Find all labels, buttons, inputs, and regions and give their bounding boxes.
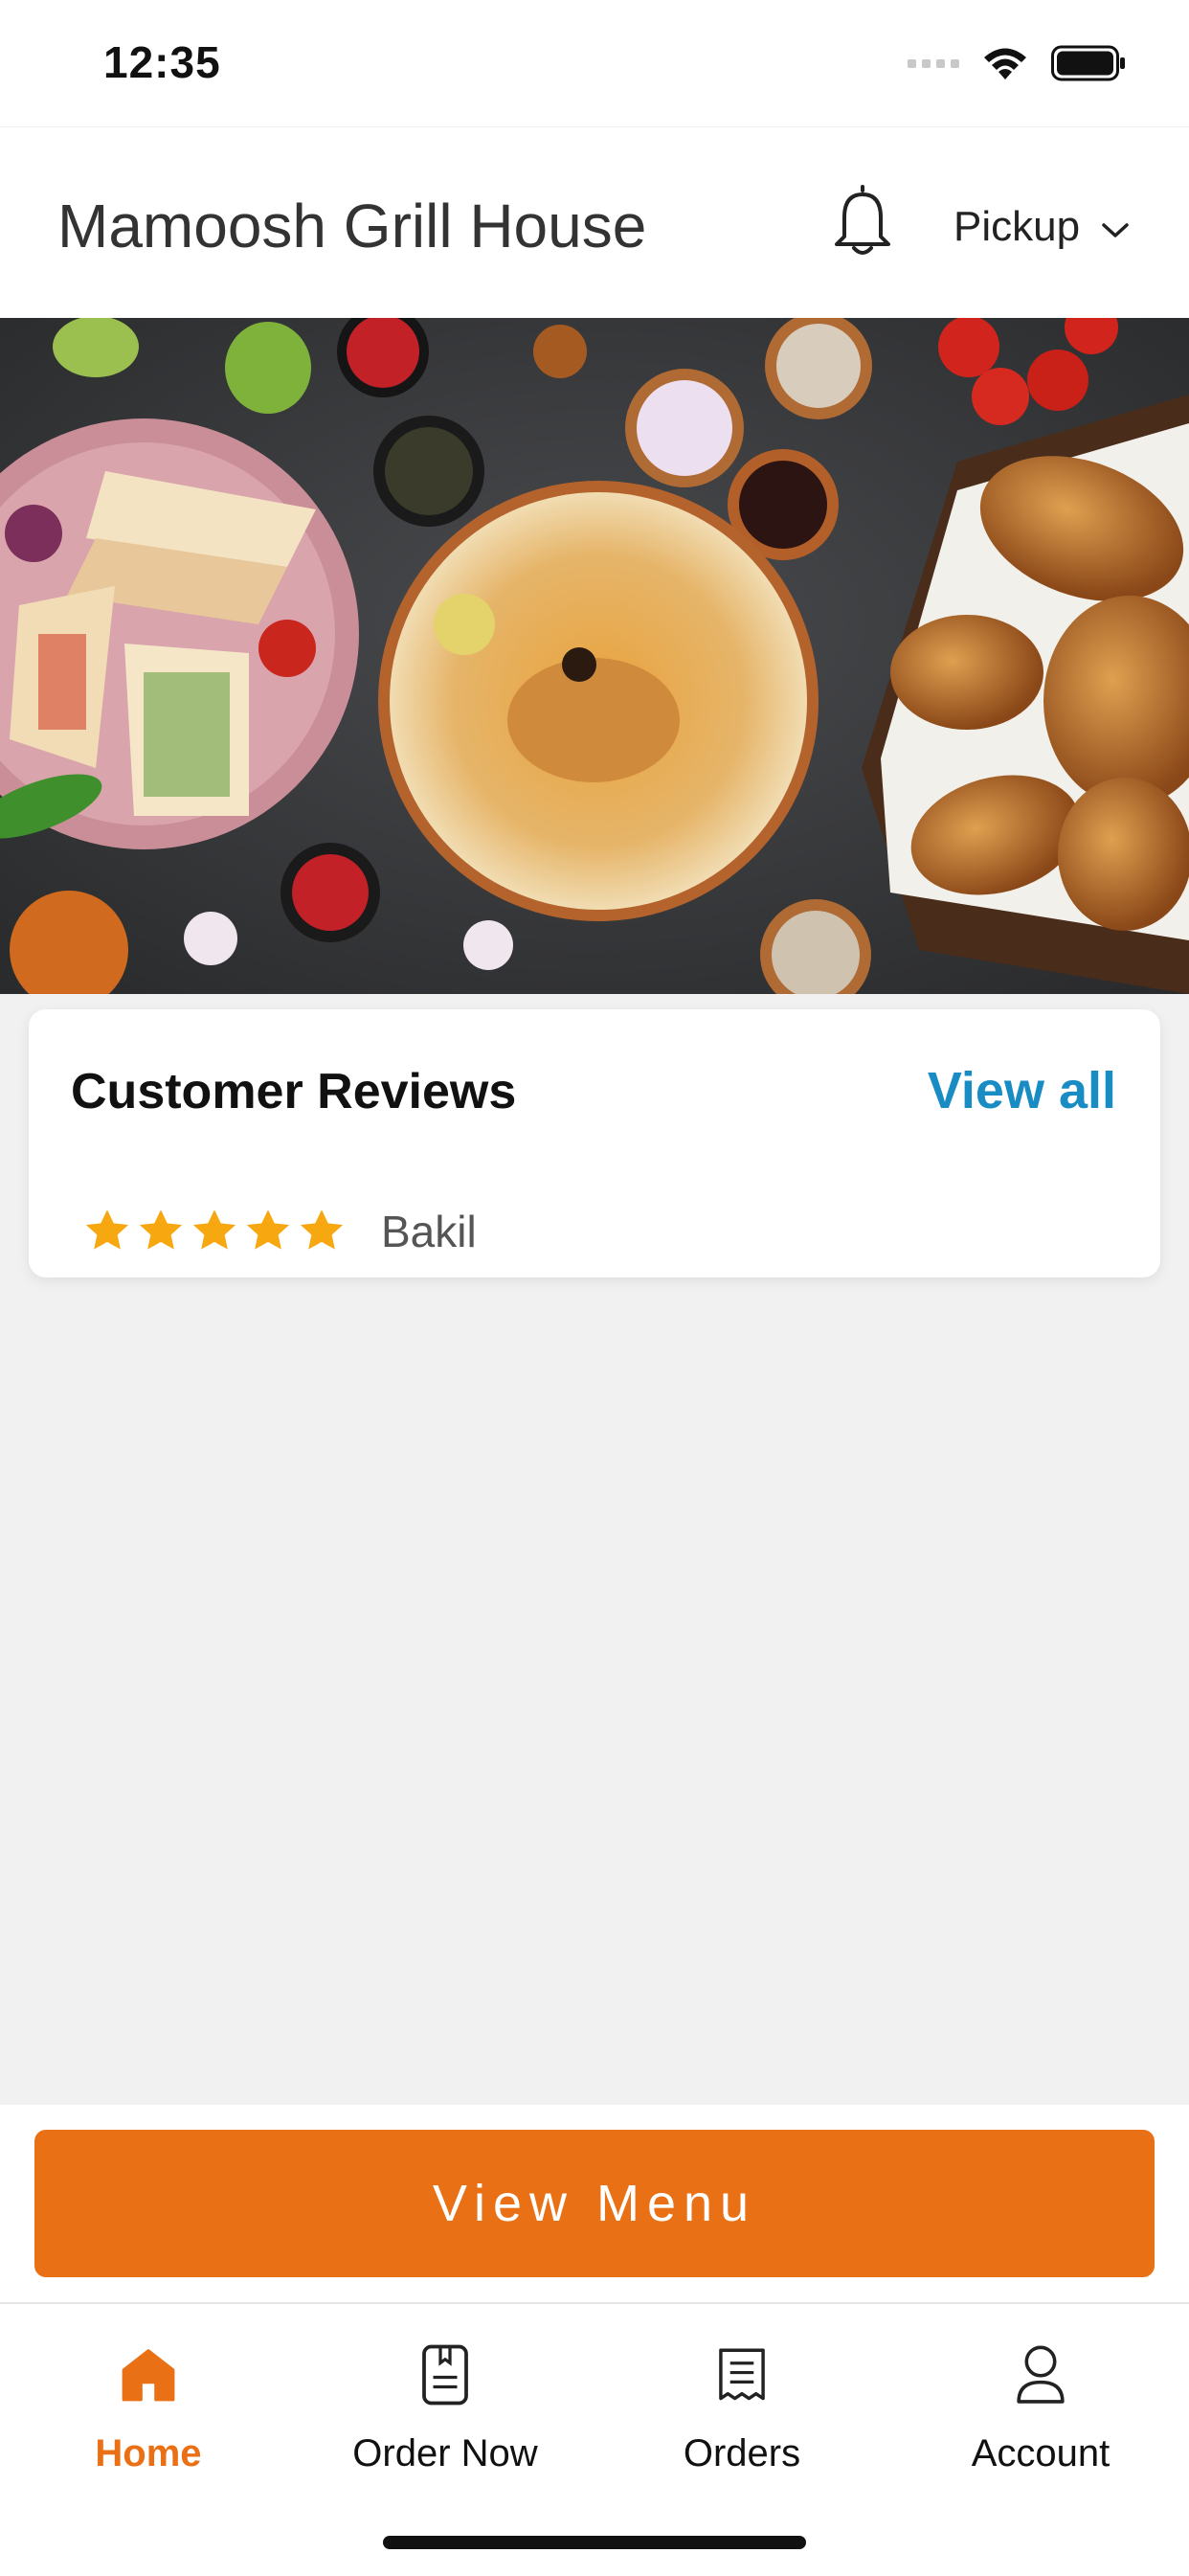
home-indicator	[383, 2536, 806, 2549]
wifi-icon	[980, 45, 1030, 81]
bell-icon[interactable]	[831, 185, 894, 258]
tab-label: Order Now	[352, 2432, 538, 2474]
star-icon	[300, 1209, 344, 1250]
restaurant-title: Mamoosh Grill House	[57, 192, 647, 260]
status-time: 12:35	[103, 37, 221, 87]
tab-order-now[interactable]: Order Now	[297, 2340, 594, 2494]
reviews-title: Customer Reviews	[71, 1064, 517, 1119]
tab-label: Home	[95, 2432, 202, 2474]
battery-icon	[1051, 45, 1126, 81]
order-mode-label: Pickup	[953, 203, 1081, 250]
view-all-reviews-link[interactable]: View all	[928, 1061, 1116, 1120]
tab-account[interactable]: Account	[892, 2340, 1189, 2494]
star-icon	[139, 1209, 183, 1250]
review-item[interactable]: Bakil	[82, 1201, 477, 1262]
tab-label: Account	[971, 2432, 1110, 2474]
view-menu-button[interactable]: View Menu	[34, 2130, 1155, 2277]
food-banner-image	[0, 318, 1189, 994]
customer-reviews-card: Customer Reviews View all Bakil	[29, 1009, 1160, 1277]
app-header: Mamoosh Grill House Pickup	[0, 126, 1189, 319]
star-icon	[246, 1209, 290, 1250]
status-bar: 12:35	[0, 0, 1189, 126]
cta-area: View Menu	[0, 2105, 1189, 2302]
star-icon	[85, 1209, 129, 1250]
home-icon	[119, 2340, 178, 2409]
tab-orders[interactable]: Orders	[594, 2340, 890, 2494]
tab-home[interactable]: Home	[0, 2340, 297, 2494]
order-mode-dropdown[interactable]: Pickup	[953, 198, 1130, 256]
tab-label: Orders	[683, 2432, 801, 2474]
reviewer-name: Bakil	[381, 1207, 477, 1256]
star-rating	[82, 1207, 347, 1256]
user-icon	[1014, 2340, 1067, 2409]
status-icons	[908, 44, 1126, 82]
star-icon	[192, 1209, 236, 1250]
cellular-signal-icon	[908, 58, 959, 68]
receipt-icon	[716, 2340, 768, 2409]
chevron-down-icon	[1101, 203, 1130, 251]
order-icon	[421, 2340, 469, 2409]
